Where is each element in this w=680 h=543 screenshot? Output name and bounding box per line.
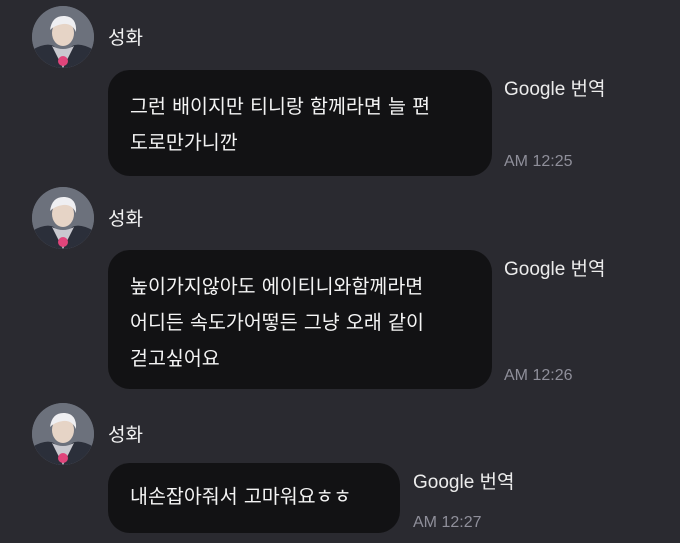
google-translate-link[interactable]: Google 번역	[504, 258, 606, 282]
sender-name: 성화	[108, 27, 143, 49]
message-bubble: 높이가지않아도 에이티니와함께라면 어디든 속도가어떻든 그냥 오래 같이 걷고…	[108, 250, 492, 389]
message-text-line: 그런 배이지만 티니랑 함께라면 늘 편	[130, 95, 431, 118]
avatar-image	[32, 403, 94, 465]
avatar[interactable]	[32, 187, 94, 249]
message-text-line: 높이가지않아도 에이티니와함께라면	[130, 275, 424, 298]
chat-message: 성화 그런 배이지만 티니랑 함께라면 늘 편 도로만가니깐 Google 번역…	[0, 6, 680, 176]
message-bubble: 내손잡아줘서 고마워요ㅎㅎ	[108, 463, 400, 533]
timestamp: AM 12:27	[413, 514, 482, 531]
message-text-line: 내손잡아줘서 고마워요ㅎㅎ	[130, 485, 352, 508]
avatar[interactable]	[32, 6, 94, 68]
chat-message: 성화 높이가지않아도 에이티니와함께라면 어디든 속도가어떻든 그냥 오래 같이…	[0, 187, 680, 389]
sender-name: 성화	[108, 424, 143, 446]
timestamp: AM 12:25	[504, 153, 573, 170]
message-text-line: 걷고싶어요	[130, 347, 220, 370]
message-text-line: 어디든 속도가어떻든 그냥 오래 같이	[130, 311, 424, 334]
avatar-image	[32, 6, 94, 68]
google-translate-link[interactable]: Google 번역	[413, 471, 515, 495]
message-text-line: 도로만가니깐	[130, 131, 238, 154]
chat-thread: 성화 그런 배이지만 티니랑 함께라면 늘 편 도로만가니깐 Google 번역…	[0, 0, 680, 543]
timestamp: AM 12:26	[504, 367, 573, 384]
avatar-image	[32, 187, 94, 249]
sender-name: 성화	[108, 208, 143, 230]
chat-message: 성화 내손잡아줘서 고마워요ㅎㅎ Google 번역 AM 12:27	[0, 403, 680, 538]
google-translate-link[interactable]: Google 번역	[504, 78, 606, 102]
avatar[interactable]	[32, 403, 94, 465]
message-bubble: 그런 배이지만 티니랑 함께라면 늘 편 도로만가니깐	[108, 70, 492, 176]
